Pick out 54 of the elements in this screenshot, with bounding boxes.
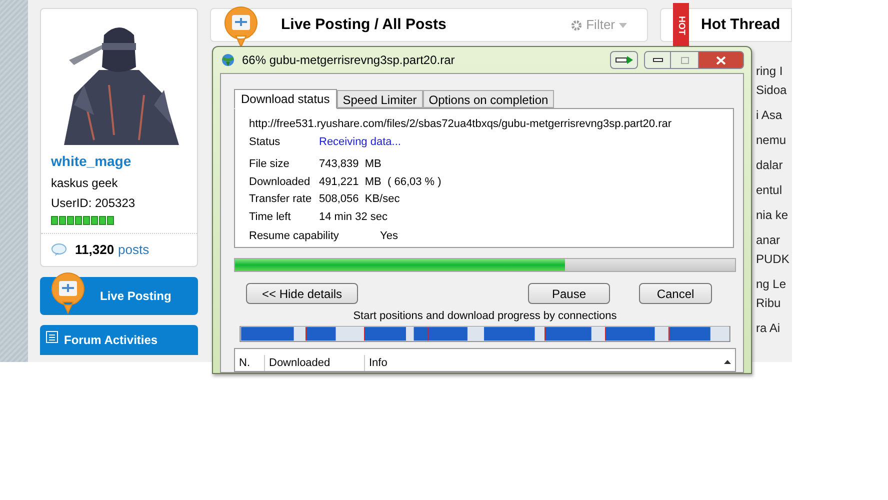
field-value: 491,221 MB ( 66,03 % ): [319, 174, 442, 190]
hot-ribbon: HOT: [673, 3, 689, 47]
hot-thread-link[interactable]: entul: [756, 181, 792, 200]
username[interactable]: white_mage: [51, 151, 187, 172]
arrow-icon: [615, 56, 633, 64]
minimize-button[interactable]: [644, 51, 671, 69]
tab[interactable]: Options on completion: [422, 90, 554, 108]
close-button[interactable]: [698, 51, 744, 69]
field-value: 508,056 KB/sec: [319, 192, 400, 207]
hot-thread-link[interactable]: ring I Sidoa: [756, 62, 792, 100]
column-header: N.: [235, 354, 265, 372]
connections-label: Start positions and download progress by connections: [352, 309, 618, 324]
cancel-button[interactable]: Cancel: [639, 283, 712, 304]
window-title: 66% gubu-metgerrisrevng3sp.part20.rar: [242, 52, 456, 69]
field-label: Downloaded: [249, 174, 312, 190]
forum-activities-button[interactable]: Forum Activities: [40, 324, 198, 354]
post-count: 11,320: [75, 241, 114, 259]
download-url: http://free531.ryushare.com/files/2/sbas72ua4tbxqs/gubu-metgerrisrevng3sp.part20.rar: [249, 117, 673, 132]
field-label: Time left: [249, 210, 292, 224]
user-id: UserID: 205323: [51, 195, 136, 212]
chat-bubble-icon: [51, 242, 67, 257]
posts-label: posts: [118, 241, 150, 259]
close-icon: [716, 56, 726, 64]
hot-thread-link[interactable]: i Asa: [756, 106, 792, 125]
hot-thread-link[interactable]: nemu: [756, 131, 792, 150]
section-title: Live Posting / All Posts: [281, 14, 448, 35]
minimize-to-tray-button[interactable]: [610, 51, 638, 69]
globe-download-icon: [220, 53, 236, 67]
hot-thread-link[interactable]: ng Le Ribu: [756, 275, 792, 313]
hot-thread-link[interactable]: dalar: [756, 156, 792, 175]
pause-button[interactable]: Pause: [528, 283, 610, 304]
caret-icon: [619, 22, 627, 28]
list-icon: [46, 330, 58, 342]
hot-thread-link[interactable]: nia ke: [756, 206, 792, 225]
user-rank: kaskus geek: [51, 175, 119, 192]
field-value: 14 min 32 sec: [319, 210, 388, 224]
reputation-bar-icon: [51, 216, 114, 225]
field-label: File size: [249, 157, 290, 172]
field-label: Status: [249, 134, 282, 150]
hide-details-button[interactable]: << Hide details: [246, 283, 358, 304]
speech-bubble-icon: [50, 270, 86, 314]
tab[interactable]: Speed Limiter: [336, 90, 423, 108]
hot-thread-link[interactable]: anar PUDK: [756, 231, 792, 269]
tab[interactable]: Download status: [234, 89, 337, 109]
gear-icon: [571, 20, 582, 30]
field-value: 743,839 MB: [319, 157, 382, 172]
hot-thread-link[interactable]: ra Ai: [756, 319, 792, 338]
field-label: Transfer rate: [249, 192, 313, 207]
status-value: Receiving data...: [319, 134, 401, 150]
hot-thread-title: Hot Thread: [701, 14, 780, 35]
field-label: Resume capability: [249, 229, 340, 244]
column-header: Info: [368, 356, 388, 371]
column-header: Downloaded: [265, 354, 365, 372]
field-value: Yes: [380, 229, 398, 244]
